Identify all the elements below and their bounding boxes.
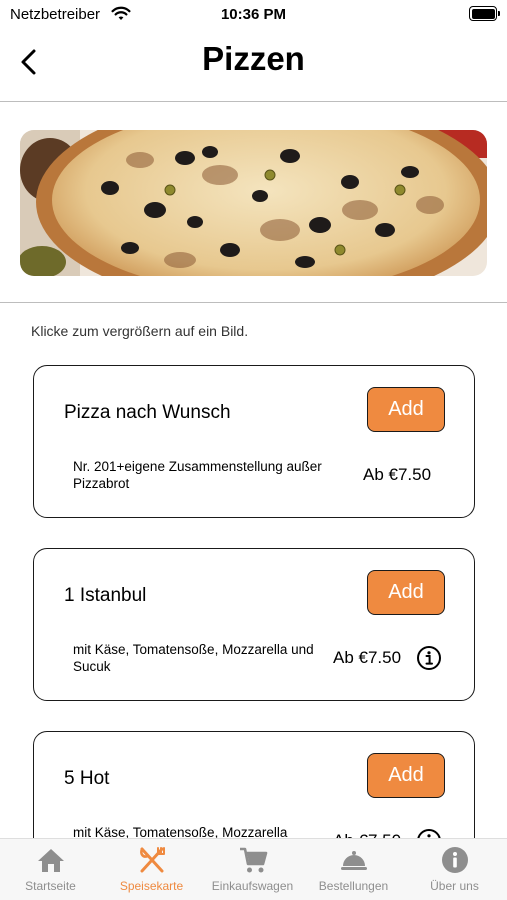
section-divider <box>0 302 507 303</box>
info-icon <box>441 847 468 873</box>
battery-icon <box>469 6 500 21</box>
home-icon <box>37 849 64 872</box>
tab-einkaufswagen[interactable]: Einkaufswagen <box>202 839 303 900</box>
item-description: mit Käse, Tomatensoße, Mozzarella und Su… <box>73 642 314 674</box>
page-title: Pizzen <box>202 40 305 77</box>
pizza-banner-image[interactable] <box>20 130 487 276</box>
info-icon[interactable] <box>416 645 442 671</box>
item-name: 5 Hot <box>64 768 110 789</box>
tab-speisekarte[interactable]: Speisekarte <box>101 839 202 900</box>
image-hint-text: Klicke zum vergrößern auf ein Bild. <box>31 323 249 339</box>
add-button[interactable]: Add <box>367 570 445 615</box>
tab-bar: Startseite Speisekarte Einkaufswagen Bes… <box>0 838 507 900</box>
cloche-icon <box>340 851 367 870</box>
item-price: Ab €7.50 <box>333 648 402 667</box>
item-name: Pizza nach Wunsch <box>64 402 231 423</box>
tab-label: Bestellungen <box>318 879 389 893</box>
tab-ueber-uns[interactable]: Über uns <box>404 839 505 900</box>
tab-label: Startseite <box>25 879 76 893</box>
item-description: Nr. 201+eigene Zusammenstellung außer Pi… <box>73 459 322 491</box>
item-price: Ab €7.50 <box>363 465 432 484</box>
add-button[interactable]: Add <box>367 753 445 798</box>
tab-bestellungen[interactable]: Bestellungen <box>303 839 404 900</box>
tab-label: Speisekarte <box>119 879 184 893</box>
menu-item-card[interactable]: Pizza nach Wunsch Add Nr. 201+eigene Zus… <box>33 365 475 518</box>
add-button[interactable]: Add <box>367 387 445 432</box>
cart-icon <box>239 847 267 873</box>
status-bar: Netzbetreiber 10:36 PM <box>0 0 507 30</box>
item-name: 1 Istanbul <box>64 585 147 606</box>
tab-label: Über uns <box>430 879 479 893</box>
menu-item-card[interactable]: 1 Istanbul Add mit Käse, Tomatensoße, Mo… <box>33 548 475 701</box>
tab-startseite[interactable]: Startseite <box>0 839 101 900</box>
utensils-icon <box>139 847 165 873</box>
tab-label: Einkaufswagen <box>211 879 294 893</box>
status-time: 10:36 PM <box>220 6 287 23</box>
navigation-bar: Pizzen <box>0 30 507 102</box>
